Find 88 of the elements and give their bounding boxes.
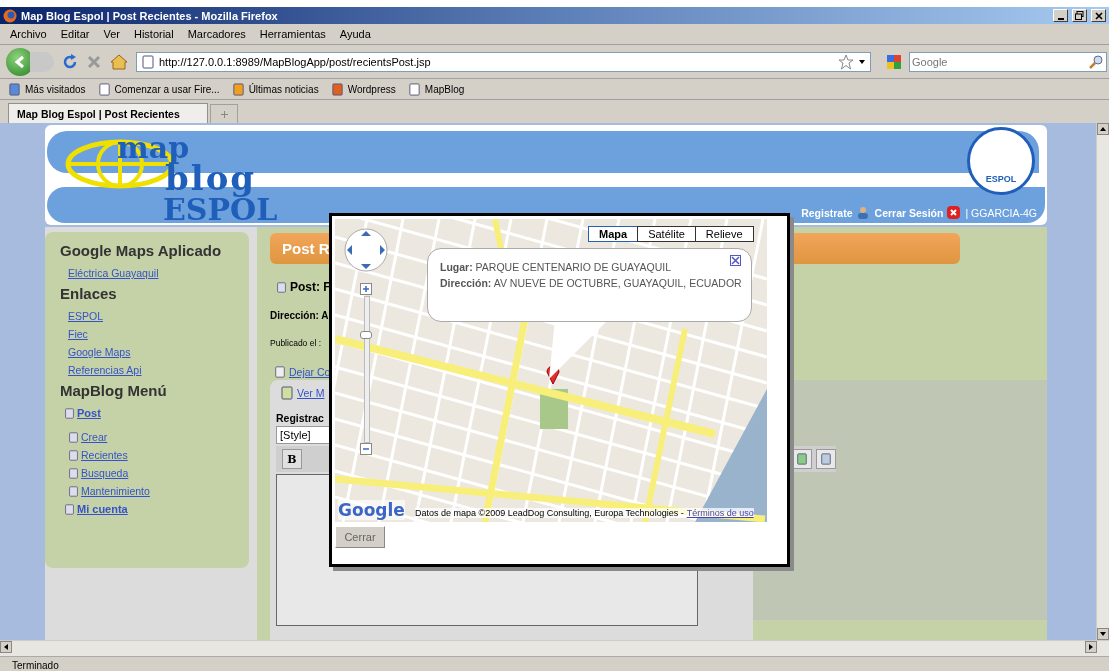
menu-item-icon: [68, 467, 79, 479]
map-type-button[interactable]: Mapa: [588, 226, 639, 242]
editor-label: Registrac: [276, 412, 325, 424]
sidebar-link[interactable]: Eléctrica Guayaquil: [68, 267, 159, 279]
close-icon: [947, 206, 961, 219]
restore-icon: [1075, 11, 1084, 20]
map-link[interactable]: Ver M: [280, 386, 325, 400]
scroll-down-button[interactable]: [1097, 628, 1109, 640]
stop-icon[interactable]: [86, 53, 102, 70]
sidebar-link[interactable]: ESPOL: [68, 310, 104, 322]
scroll-right-button[interactable]: [1085, 641, 1097, 653]
page-icon: [141, 54, 155, 69]
plus-icon: [220, 110, 228, 118]
bookmark-icon: [407, 82, 421, 96]
map-type-button[interactable]: Satélite: [637, 226, 696, 242]
sidebar-link[interactable]: Mantenimiento: [68, 485, 150, 497]
bookmark-item[interactable]: Comenzar a usar Fire...: [97, 82, 220, 96]
window-title: Map Blog Espol | Post Recientes - Mozilla Firefox: [21, 9, 279, 22]
zoom-out-icon[interactable]: [360, 443, 372, 455]
status-text: Terminado: [0, 656, 1109, 671]
menu-item[interactable]: Historial: [133, 28, 174, 40]
scroll-up-button[interactable]: [1097, 123, 1109, 135]
zoom-in-icon[interactable]: [360, 283, 372, 295]
dropdown-caret-icon[interactable]: [858, 58, 866, 65]
down-arrow-icon: [1100, 632, 1106, 636]
menu-item[interactable]: Marcadores: [187, 28, 246, 40]
sidebar-heading: Enlaces: [60, 285, 118, 302]
sidebar-heading: MapBlog Menú: [60, 382, 168, 399]
menu-item[interactable]: Editar: [60, 28, 90, 40]
browser-tab[interactable]: Map Blog Espol | Post Recientes: [8, 103, 208, 123]
menu-item[interactable]: Ayuda: [339, 28, 371, 40]
menu-item[interactable]: Ver: [103, 28, 120, 40]
sidebar-link[interactable]: Busqueda: [68, 467, 129, 479]
user-add-icon: [856, 206, 870, 219]
star-icon[interactable]: [838, 53, 854, 70]
menu-item[interactable]: Herramientas: [259, 28, 326, 40]
left-arrow-icon: [4, 644, 8, 650]
image-button[interactable]: [792, 449, 812, 469]
menu-item-icon: [68, 485, 79, 497]
search-field[interactable]: Google: [909, 51, 1107, 72]
sidebar-link[interactable]: Crear: [68, 431, 108, 443]
bookmark-icon: [97, 82, 111, 96]
menu-item[interactable]: Archivo: [10, 28, 47, 40]
bookmark-item[interactable]: Wordpress: [330, 82, 396, 96]
close-button[interactable]: [1091, 9, 1106, 22]
sidebar-link[interactable]: Mi cuenta: [64, 503, 128, 515]
zoom-thumb[interactable]: [360, 331, 372, 339]
address-field[interactable]: http://127.0.0.1:8989/MapBlogApp/post/recientsPost.jsp: [136, 51, 871, 72]
info-text: Lugar: PARQUE CENTENARIO DE GUAYAQUIL: [440, 261, 673, 273]
map-attribution: Datos de mapa ©2009 LeadDog Consulting, Europa Technologies -: [415, 508, 684, 518]
right-arrow-icon: [1089, 644, 1093, 650]
restore-button[interactable]: [1072, 9, 1087, 22]
bookmark-icon: [330, 82, 344, 96]
bookmark-icon: [8, 82, 21, 96]
sidebar-link[interactable]: Referencias Api: [68, 364, 142, 376]
sidebar-link[interactable]: Google Maps: [68, 346, 131, 358]
close-icon: [1094, 11, 1103, 20]
menu-item-icon: [68, 449, 79, 461]
browser-logo-icon: [3, 8, 17, 23]
bookmark-item[interactable]: MapBlog: [407, 82, 465, 96]
minimize-icon: [1057, 17, 1064, 20]
published-date: Publicado el :: [270, 338, 323, 348]
bookmark-icon: [231, 82, 245, 96]
pan-control-icon[interactable]: [344, 228, 388, 272]
bookmark-item[interactable]: Últimas noticias: [231, 82, 319, 96]
close-icon[interactable]: [730, 255, 741, 266]
address-text: Dirección: A: [270, 310, 330, 321]
terms-link[interactable]: Términos de uso: [686, 508, 754, 518]
bookmark-item[interactable]: Más visitados: [8, 82, 86, 96]
menu-item-icon: [68, 431, 79, 443]
sidebar-link[interactable]: Fiec: [68, 328, 88, 340]
close-button[interactable]: Cerrar: [335, 526, 385, 548]
map-type-button[interactable]: Relieve: [694, 226, 754, 242]
reload-icon[interactable]: [62, 53, 78, 70]
sidebar-link[interactable]: Post: [64, 407, 101, 419]
sidebar-heading: Google Maps Aplicado: [60, 242, 223, 259]
home-icon[interactable]: [110, 53, 128, 70]
username: | GGARCIA-4G: [965, 206, 1037, 219]
scroll-left-button[interactable]: [0, 641, 12, 653]
sidebar-link[interactable]: Recientes: [68, 449, 128, 461]
search-engine-icon[interactable]: [886, 53, 902, 70]
bold-button[interactable]: B: [282, 449, 302, 469]
table-button[interactable]: [816, 449, 836, 469]
zoom-slider[interactable]: [360, 283, 372, 455]
minimize-button[interactable]: [1053, 9, 1068, 22]
map-logo: Google: [338, 500, 405, 520]
up-arrow-icon: [1100, 127, 1106, 131]
info-text: Dirección: AV NUEVE DE OCTUBRE, GUAYAQUIL, ECUADOR: [440, 277, 743, 289]
